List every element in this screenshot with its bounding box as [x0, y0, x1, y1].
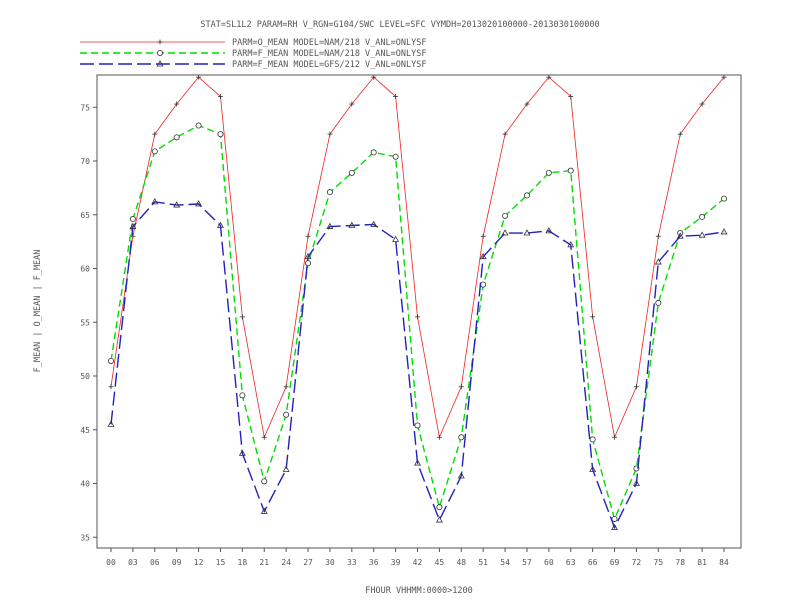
x-tick-label: 27 [303, 558, 313, 567]
x-axis-label: FHOUR VHHMM:0000>1200 [365, 586, 472, 596]
data-point [721, 195, 728, 202]
x-tick-label: 42 [413, 558, 423, 567]
data-point [458, 434, 465, 441]
data-point [217, 131, 224, 138]
x-tick-label: 03 [128, 558, 138, 567]
x-tick-label: 06 [150, 558, 160, 567]
x-tick-label: 09 [172, 558, 182, 567]
y-tick-label: 75 [80, 103, 90, 112]
data-point [326, 189, 333, 196]
data-point [283, 411, 290, 418]
x-tick-label: 18 [238, 558, 248, 567]
x-tick-label: 84 [719, 558, 729, 567]
x-tick-label: 51 [478, 558, 488, 567]
data-point [348, 169, 355, 176]
data-point [370, 149, 377, 156]
x-tick-label: 48 [456, 558, 466, 567]
data-point [436, 504, 443, 511]
x-tick-label: 00 [106, 558, 116, 567]
x-tick-label: 45 [435, 558, 445, 567]
y-tick-label: 50 [80, 372, 90, 381]
x-tick-label: 66 [588, 558, 598, 567]
data-point [523, 192, 530, 199]
y-tick-label: 60 [80, 265, 90, 274]
x-tick-label: 24 [281, 558, 291, 567]
x-tick-label: 36 [369, 558, 379, 567]
legend-label: PARM=F_MEAN MODEL=GFS/212 V_ANL=ONLYSF [232, 60, 426, 70]
line-chart: STAT=SL1L2 PARAM=RH V_RGN=G104/SWC LEVEL… [0, 0, 792, 612]
x-tick-label: 15 [216, 558, 226, 567]
data-point [480, 281, 487, 288]
x-tick-label: 54 [500, 558, 510, 567]
legend-label: PARM=F_MEAN MODEL=NAM/218 V_ANL=ONLYSF [232, 49, 426, 59]
y-tick-label: 55 [80, 318, 90, 327]
data-point [414, 422, 421, 429]
x-tick-label: 30 [325, 558, 335, 567]
data-point [392, 153, 399, 160]
data-point [699, 213, 706, 220]
data-point [195, 122, 202, 129]
x-tick-label: 63 [566, 558, 576, 567]
data-point [108, 357, 115, 364]
data-point [502, 212, 509, 219]
data-point [129, 216, 136, 223]
data-point [239, 392, 246, 399]
chart-title: STAT=SL1L2 PARAM=RH V_RGN=G104/SWC LEVEL… [200, 20, 599, 30]
x-tick-label: 57 [522, 558, 532, 567]
x-tick-label: 75 [654, 558, 664, 567]
data-point [567, 167, 574, 174]
data-point [589, 436, 596, 443]
x-tick-label: 69 [610, 558, 620, 567]
x-tick-label: 72 [632, 558, 642, 567]
y-axis-label: F_MEAN | O_MEAN | F_MEAN [33, 250, 43, 373]
y-tick-label: 45 [80, 426, 90, 435]
y-tick-label: 65 [80, 211, 90, 220]
x-tick-label: 21 [259, 558, 269, 567]
data-point [655, 299, 662, 306]
y-tick-label: 70 [80, 157, 90, 166]
y-tick-label: 35 [80, 533, 90, 542]
y-tick-label: 40 [80, 480, 90, 489]
data-point [156, 50, 163, 57]
x-tick-label: 12 [194, 558, 204, 567]
x-tick-label: 81 [697, 558, 707, 567]
data-point [151, 148, 158, 155]
x-tick-label: 39 [391, 558, 401, 567]
data-point [305, 260, 312, 267]
data-point [261, 478, 268, 485]
legend-label: PARM=O_MEAN MODEL=NAM/218 V_ANL=ONLYSF [232, 38, 426, 48]
x-tick-label: 33 [347, 558, 357, 567]
data-point [545, 169, 552, 176]
data-point [173, 134, 180, 141]
x-tick-label: 60 [544, 558, 554, 567]
x-tick-label: 78 [675, 558, 685, 567]
